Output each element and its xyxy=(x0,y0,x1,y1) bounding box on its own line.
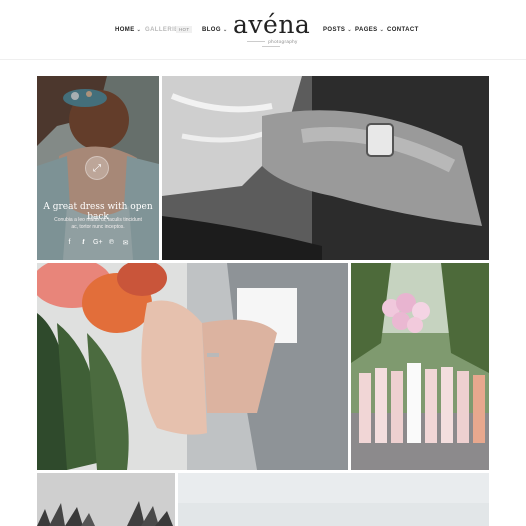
nav-pages-label: PAGES xyxy=(355,27,378,33)
google-plus-icon[interactable]: G+ xyxy=(93,239,103,247)
logo-wordmark: avéna xyxy=(233,10,311,39)
share-icons: f 𝒕 G+ ℗ ✉ xyxy=(65,239,130,247)
nav-blog[interactable]: BLOG ⌄ xyxy=(202,27,228,33)
photo-bottom-left xyxy=(37,473,175,526)
logo-tagline: photography xyxy=(233,39,309,49)
hot-badge: HOT xyxy=(176,26,193,33)
gallery-item-bridesmaids-balloons[interactable] xyxy=(351,263,489,470)
pinterest-icon[interactable]: ℗ xyxy=(107,239,116,247)
expand-icon[interactable]: ⤢ xyxy=(85,156,109,180)
site-header: HOME ⌄ GALLERIES HOT BLOG ⌄ avéna photogra… xyxy=(0,0,526,60)
chevron-down-icon: ⌄ xyxy=(379,27,385,33)
nav-pages[interactable]: PAGES ⌄ xyxy=(355,27,384,33)
nav-home-label: HOME xyxy=(115,27,135,33)
nav-home[interactable]: HOME ⌄ xyxy=(115,27,141,33)
photo-bridesmaids-balloons xyxy=(351,263,489,470)
gallery-item-bottom-right[interactable] xyxy=(178,473,489,526)
nav-blog-label: BLOG xyxy=(202,27,221,33)
nav-contact-label: CONTACT xyxy=(387,27,419,33)
facebook-icon[interactable]: f xyxy=(65,239,74,247)
gallery-item-hands-rings[interactable] xyxy=(37,263,348,470)
nav-posts-label: POSTS xyxy=(323,27,346,33)
gallery-item-open-back-dress[interactable]: ⤢ A great dress with open back Conubia a… xyxy=(37,76,159,260)
chevron-down-icon: ⌄ xyxy=(136,27,142,33)
chevron-down-icon: ⌄ xyxy=(222,27,228,33)
nav-posts[interactable]: POSTS ⌄ xyxy=(323,27,352,33)
twitter-icon[interactable]: 𝒕 xyxy=(79,239,88,247)
chevron-down-icon: ⌄ xyxy=(347,27,352,33)
photo-hands-rings xyxy=(37,263,348,470)
mail-icon[interactable]: ✉ xyxy=(121,239,130,247)
gallery-item-bottom-left[interactable] xyxy=(37,473,175,526)
gallery-item-ring-closeup[interactable] xyxy=(162,76,489,260)
site-logo[interactable]: avéna photography xyxy=(233,10,311,49)
photo-bottom-right xyxy=(178,473,489,526)
featured-text: Conubia a leo mattis ut, iaculis tincidu… xyxy=(54,217,142,230)
nav-contact[interactable]: CONTACT xyxy=(387,27,419,33)
photo-ring-closeup xyxy=(162,76,489,260)
